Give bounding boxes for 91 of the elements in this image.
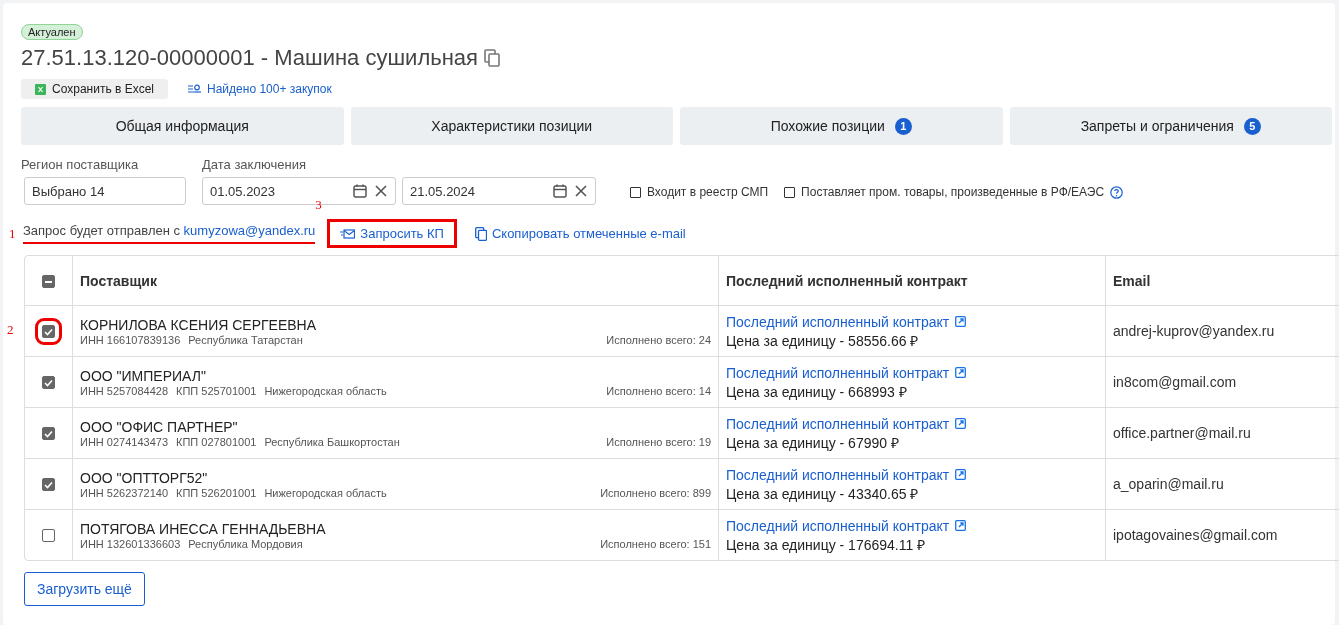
annotation-number: 2	[7, 322, 14, 338]
tab[interactable]: Похожие позиции 1	[680, 107, 1003, 145]
column-header: Email	[1106, 256, 1339, 306]
checkbox-label[interactable]: Поставляет пром. товары, произведенные в РФ/ЕАЭС	[801, 185, 1105, 199]
unit-price: Цена за единицу - 58556.66 ₽	[726, 331, 920, 350]
completed-count: Исполнено всего: 14	[606, 384, 711, 397]
external-link-icon[interactable]	[955, 418, 967, 429]
list-search-icon	[188, 84, 202, 94]
calendar-icon[interactable]	[552, 183, 568, 199]
tab[interactable]: Запреты и ограничения 5	[1009, 107, 1332, 145]
tab[interactable]: Общая информация	[21, 107, 344, 145]
unit-price: Цена за единицу - 43340.65 ₽	[726, 484, 920, 503]
inn-text: ИНН 0274143473	[80, 435, 169, 448]
copy-emails-button[interactable]: Скопировать отмеченные e-mail	[468, 225, 692, 242]
supplier-name: ПОТЯГОВА ИНЕССА ГЕННАДЬЕВНА	[80, 520, 327, 537]
unit-price: Цена за единицу - 176694.11 ₽	[726, 535, 927, 554]
checkbox[interactable]	[42, 376, 55, 390]
contract-link[interactable]: Последний исполненный контракт	[726, 466, 967, 483]
help-icon[interactable]	[1110, 185, 1124, 199]
inn-text: ИНН 132601336603	[80, 537, 181, 550]
checkmark-icon	[44, 429, 53, 438]
field-label: Дата заключения	[202, 157, 307, 172]
email-cell: ipotagovaines@gmail.com	[1106, 510, 1339, 560]
checkmark-icon	[44, 327, 53, 336]
region-text: Нижегородская область	[264, 486, 387, 499]
contract-link[interactable]: Последний исполненный контракт	[726, 415, 967, 432]
column-header: Поставщик	[73, 256, 719, 306]
kpp-text: КПП 027801001	[176, 435, 257, 448]
supplier-name: ООО "ИМПЕРИАЛ"	[80, 367, 207, 384]
supplier-name: КОРНИЛОВА КСЕНИЯ СЕРГЕЕВНА	[80, 316, 318, 333]
inn-text: ИНН 5257084428	[80, 384, 169, 397]
status-badge: Актуален	[21, 24, 83, 40]
completed-count: Исполнено всего: 151	[600, 537, 711, 550]
copy-icon[interactable]	[484, 49, 500, 67]
purchases-link[interactable]: Найдено 100+ закупок	[188, 82, 332, 96]
checkbox[interactable]	[42, 427, 55, 441]
external-link-icon[interactable]	[955, 367, 967, 378]
supplier-name: ООО "ОПТТОРГ52"	[80, 469, 209, 486]
copy-icon	[474, 226, 487, 241]
external-link-icon[interactable]	[955, 316, 967, 327]
email-cell: office.partner@mail.ru	[1106, 408, 1339, 459]
load-more-button[interactable]: Загрузить ещё	[24, 572, 145, 606]
spreadsheet-icon	[35, 83, 46, 95]
external-link-icon[interactable]	[955, 520, 967, 531]
checkmark-icon	[44, 480, 53, 489]
email-cell: in8com@gmail.com	[1106, 357, 1339, 408]
checkbox[interactable]	[630, 186, 641, 198]
close-icon[interactable]	[574, 184, 588, 198]
count-badge: 5	[1243, 117, 1261, 135]
unit-price: Цена за единицу - 67990 ₽	[726, 433, 900, 452]
column-header: Последний исполненный контракт	[719, 256, 1106, 306]
completed-count: Исполнено всего: 19	[606, 435, 711, 448]
field-label: Регион поставщика	[21, 157, 140, 172]
completed-count: Исполнено всего: 899	[600, 486, 711, 499]
kpp-text: КПП 525701001	[176, 384, 257, 397]
region-text: Республика Мордовия	[188, 537, 303, 550]
email-cell: a_oparin@mail.ru	[1106, 459, 1339, 510]
checkbox[interactable]	[42, 478, 55, 492]
unit-price: Цена за единицу - 668993 ₽	[726, 382, 908, 401]
checkmark-icon	[44, 378, 53, 387]
calendar-icon[interactable]	[352, 183, 368, 199]
contract-link[interactable]: Последний исполненный контракт	[726, 364, 967, 381]
email-link[interactable]: kumyzowa@yandex.ru	[183, 223, 316, 238]
date-field[interactable]: 21.05.2024	[402, 177, 596, 205]
request-quote-button[interactable]: Запросить КП	[327, 219, 457, 248]
minus-icon	[45, 280, 52, 283]
checkbox-label[interactable]: Входит в реестр СМП	[647, 185, 769, 199]
external-link-icon[interactable]	[955, 469, 967, 480]
completed-count: Исполнено всего: 24	[606, 333, 711, 346]
envelope-icon	[340, 228, 356, 239]
kpp-text: КПП 526201001	[176, 486, 257, 499]
count-badge: 1	[894, 117, 912, 135]
tab[interactable]: Характеристики позиции	[350, 107, 673, 145]
inn-text: ИНН 166107839136	[80, 333, 181, 346]
supplier-name: ООО "ОФИС ПАРТНЕР"	[80, 418, 239, 435]
sender-note: Запрос будет отправлен с kumyzowa@yandex.ru	[23, 223, 316, 244]
contract-link[interactable]: Последний исполненный контракт	[726, 517, 967, 534]
region-text: Республика Татарстан	[188, 333, 303, 346]
close-icon[interactable]	[374, 184, 388, 198]
region-select[interactable]: Выбрано 14	[24, 177, 186, 205]
contract-link[interactable]: Последний исполненный контракт	[726, 313, 967, 330]
region-text: Нижегородская область	[264, 384, 387, 397]
email-cell: andrej-kuprov@yandex.ru	[1106, 306, 1339, 357]
annotation-number: 1	[9, 225, 16, 242]
inn-text: ИНН 5262372140	[80, 486, 169, 499]
checkbox[interactable]	[42, 275, 55, 289]
page-title: 27.51.13.120-00000001 - Машина сушильная	[21, 45, 478, 71]
export-button[interactable]: Сохранить в Excel	[21, 79, 169, 99]
checkbox[interactable]	[42, 529, 55, 543]
checkbox[interactable]	[784, 186, 796, 198]
region-text: Республика Башкортостан	[264, 435, 400, 448]
